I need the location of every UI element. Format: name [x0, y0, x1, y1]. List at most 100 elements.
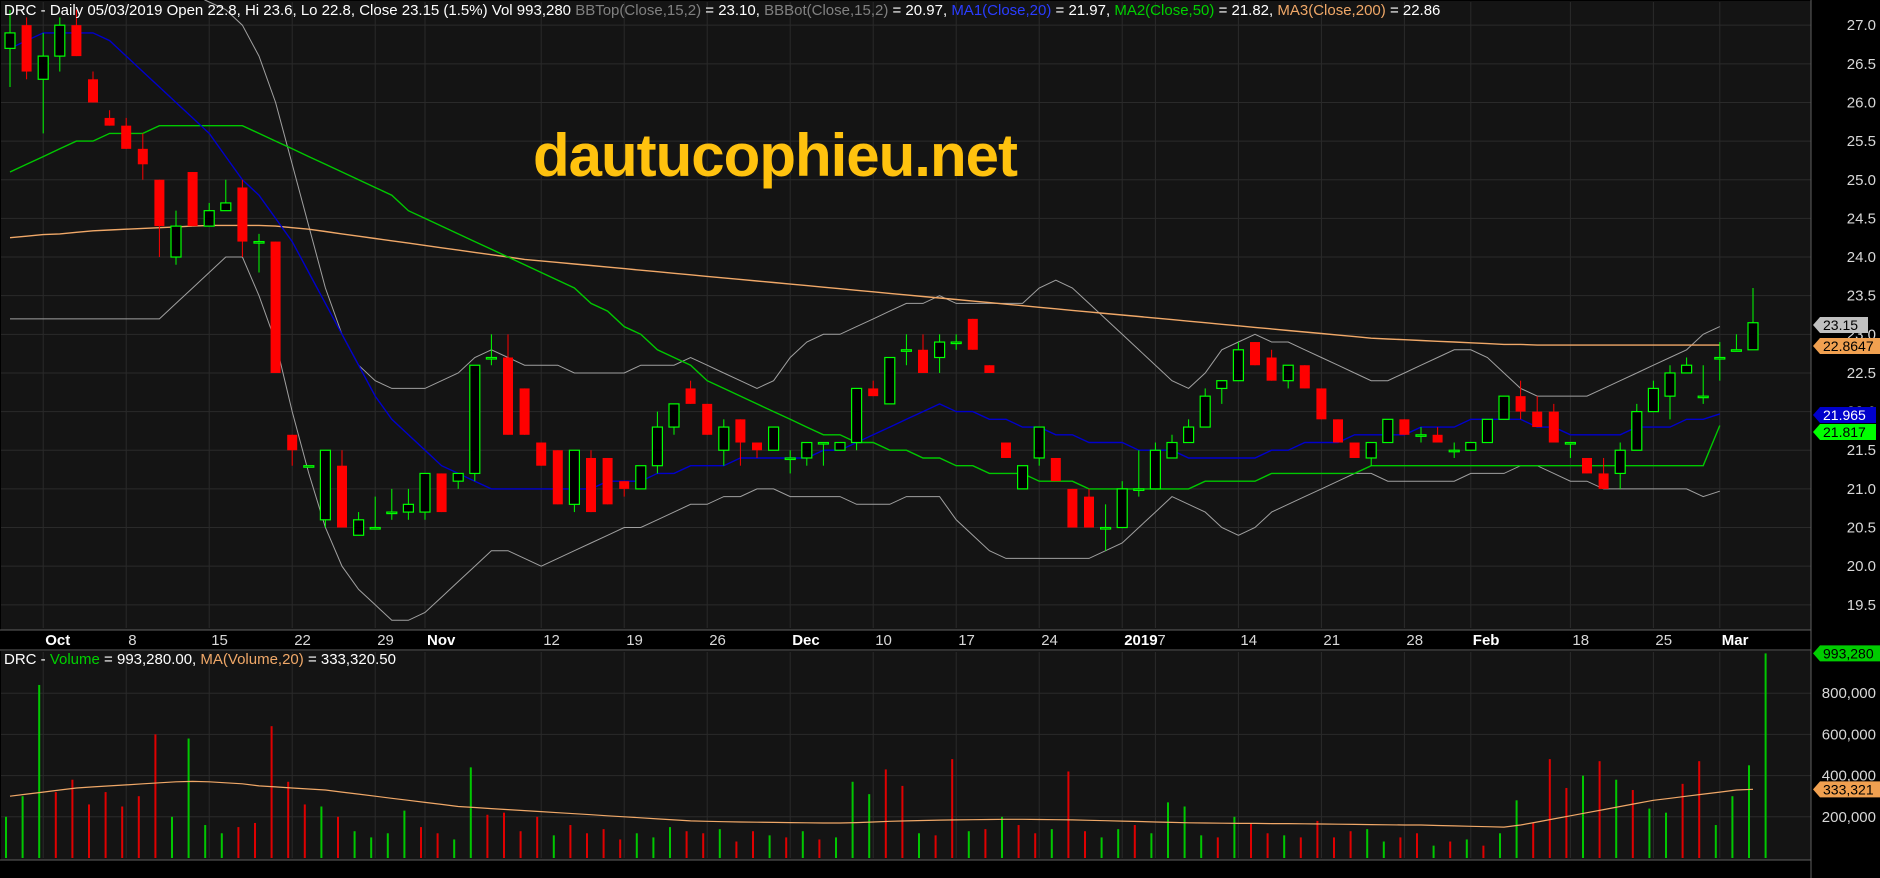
volume-bar [1299, 837, 1302, 858]
candle-body-down [1349, 442, 1360, 458]
candle-body-up [1747, 322, 1759, 351]
time-axis-label: 26 [709, 632, 726, 649]
volume-bar [337, 816, 339, 858]
candle-body-up [850, 387, 863, 444]
price-axis-tick: 25.5 [1847, 133, 1876, 150]
candle-body-down [121, 125, 132, 149]
candle-body-up [1564, 441, 1577, 445]
vol-header-value: = 993,280.00, [104, 651, 200, 668]
volume-bar [1714, 825, 1717, 858]
candle-body-up [1448, 449, 1460, 453]
candle-body-up [1365, 441, 1377, 459]
volume-bar [967, 831, 970, 858]
volume-bar [503, 812, 505, 858]
volume-bar [685, 831, 688, 858]
volume-bar [1399, 837, 1402, 858]
candle-body-down [685, 388, 696, 404]
candle-body-down [1432, 434, 1443, 443]
candle-body-up [933, 341, 946, 359]
candle-body-up [784, 457, 796, 461]
volume-axis-tick: 600,000 [1822, 726, 1876, 743]
time-axis-label: 7 [1157, 632, 1165, 649]
volume-bar [1034, 833, 1037, 858]
vol-ma-value: = 333,320.50 [308, 651, 396, 668]
candle-body-up [1382, 418, 1394, 444]
time-axis-label: 15 [211, 632, 228, 649]
volume-bar [868, 794, 871, 858]
price-axis-tick: 19.5 [1847, 597, 1876, 614]
candle-body-up [54, 24, 66, 57]
header-ma1-label: MA1(Close,20) [951, 2, 1051, 19]
volume-bar [1698, 761, 1701, 858]
candle-body-up [1730, 349, 1743, 352]
volume-bar [1665, 812, 1667, 858]
volume-bar [270, 726, 273, 858]
volume-bar [1084, 831, 1086, 858]
volume-bar [1515, 800, 1518, 858]
candle-body-up [419, 472, 431, 513]
volume-bar [1565, 787, 1568, 858]
candle-body-up [319, 449, 331, 521]
volume-bar [1017, 825, 1020, 858]
time-axis-label: 17 [958, 632, 975, 649]
volume-bar [801, 831, 804, 858]
volume-axis-tick: 200,000 [1822, 809, 1876, 826]
candle-body-up [651, 426, 664, 467]
candle-body-up [469, 364, 481, 475]
time-axis-label: 19 [626, 632, 643, 649]
candle-body-up [1614, 449, 1626, 475]
volume-bar [1648, 808, 1651, 858]
candle-body-up [950, 341, 962, 345]
candle-body-up [1697, 395, 1709, 399]
price-tag-text: 21.965 [1823, 407, 1866, 423]
time-axis-label: 14 [1240, 632, 1257, 649]
candle-body-down [104, 117, 115, 126]
volume-bar [1731, 796, 1734, 858]
candle-body-up [303, 465, 315, 468]
candle-body-up [1199, 395, 1211, 428]
volume-bar [38, 684, 41, 858]
candle-body-up [900, 349, 913, 352]
time-axis-label: 21 [1323, 632, 1340, 649]
candle-body-down [984, 365, 995, 373]
volume-bar [453, 839, 456, 858]
candle-body-down [586, 457, 596, 513]
volume-bar [88, 804, 90, 858]
candle-body-up [1133, 488, 1145, 491]
volume-bar [1416, 833, 1418, 858]
volume-bar [1167, 802, 1169, 858]
volume-bar [1598, 761, 1601, 858]
volume-bar [569, 825, 572, 858]
header-bbbot-label: BBBot(Close,15,2) [764, 2, 888, 19]
candle-body-down [187, 172, 198, 227]
candle-body-up [37, 55, 49, 80]
candle-body-up [170, 225, 182, 258]
candle-body-up [1033, 426, 1045, 459]
candle-body-down [1084, 496, 1094, 528]
vol-ma-label: MA(Volume,20) [200, 651, 303, 668]
volume-bar [1100, 837, 1103, 858]
volume-bar [735, 841, 738, 858]
volume-bar [1250, 822, 1252, 858]
volume-bar [951, 759, 954, 858]
candle-body-down [1582, 457, 1592, 474]
header-ohlc: DRC - Daily 05/03/2019 Open 22.8, Hi 23.… [4, 2, 571, 19]
candle-body-up [718, 426, 730, 451]
volume-bar [818, 839, 821, 858]
volume-bar [1582, 775, 1584, 858]
volume-bar [1366, 829, 1369, 858]
volume-bar [1333, 837, 1335, 858]
candle-body-down [137, 148, 148, 165]
volume-bar [320, 806, 323, 858]
vol-header-label: Volume [50, 651, 100, 668]
candle-body-up [1016, 465, 1029, 490]
header-bbbot-value: = 20.97, [893, 2, 952, 19]
volume-bar [5, 816, 7, 858]
candle-body-up [4, 32, 16, 49]
time-axis-label: 29 [377, 632, 394, 649]
volume-bar [1548, 759, 1551, 858]
volume-tag-text: 993,280 [1823, 645, 1874, 661]
candle-body-down [1598, 473, 1609, 489]
volume-bar [104, 792, 107, 858]
candle-body-up [801, 441, 813, 459]
